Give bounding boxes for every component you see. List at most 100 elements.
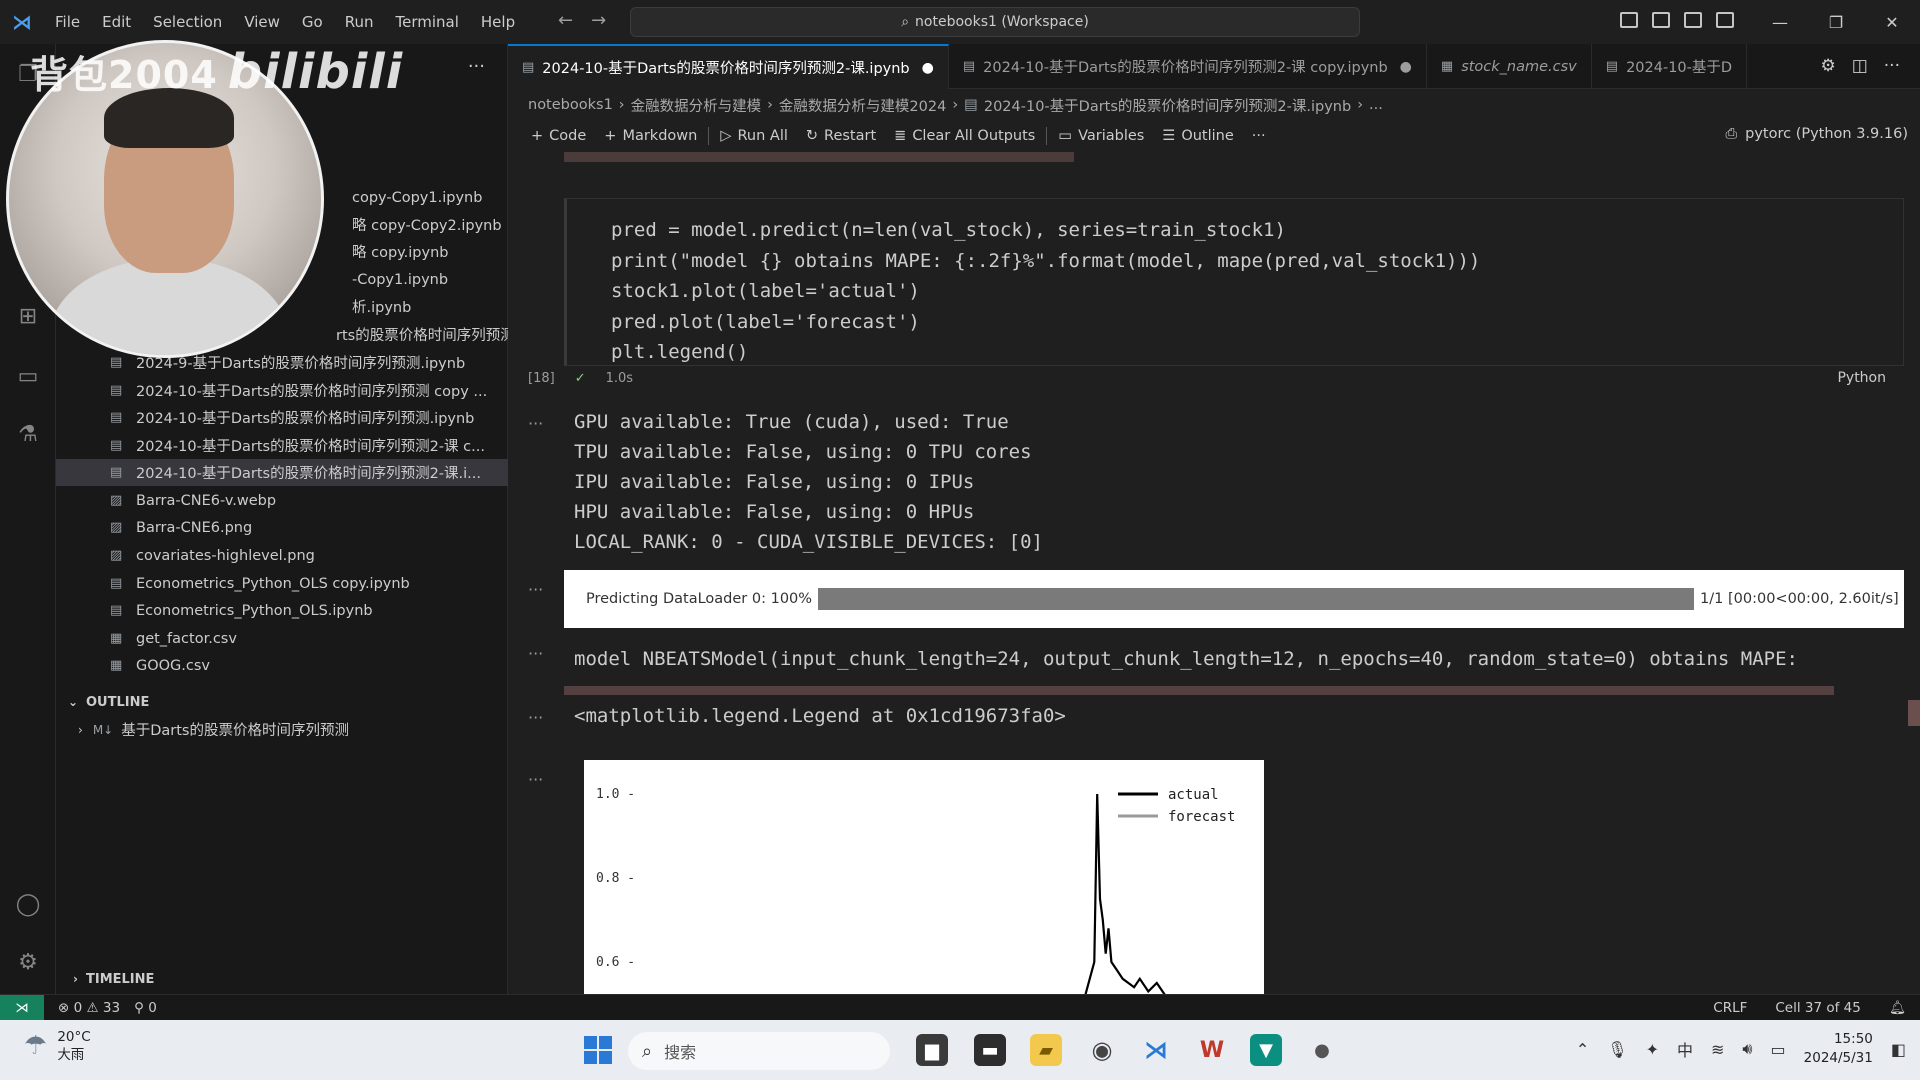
chevron-right-icon: › <box>618 97 625 113</box>
outline-button[interactable]: ☰ Outline <box>1153 128 1242 144</box>
restart-icon: ↻ <box>805 128 819 144</box>
ime-icon[interactable]: 中 <box>1677 1037 1693 1061</box>
browser-app-icon[interactable]: ◉ <box>1086 1034 1118 1066</box>
chevron-up-icon[interactable]: ⌃ <box>1576 1040 1589 1059</box>
tray-app-icon[interactable]: ✦ <box>1646 1040 1659 1059</box>
file-item[interactable]: ▤ 2024-10-基于Darts的股票价格时间序列预测 copy ... <box>56 377 508 404</box>
output-actions-icon[interactable]: ··· <box>528 414 543 433</box>
customize-layout-icon[interactable] <box>1716 12 1734 28</box>
folder-app-icon[interactable]: ▰ <box>1030 1034 1062 1066</box>
toggle-primary-sidebar-icon[interactable] <box>1620 12 1638 28</box>
nav-arrows: ← → <box>558 10 606 31</box>
unsaved-dot-icon[interactable]: ● <box>922 60 934 76</box>
unsaved-dot-icon[interactable]: ● <box>1400 59 1412 75</box>
menu-file[interactable]: File <box>44 13 91 31</box>
menu-go[interactable]: Go <box>291 13 334 31</box>
file-item[interactable]: ▤ Econometrics_Python_OLS copy.ipynb <box>56 570 508 597</box>
run-all-button[interactable]: ▷ Run All <box>711 128 797 144</box>
output-actions-icon[interactable]: ··· <box>528 644 543 663</box>
file-item[interactable]: ▤ 2024-10-基于Darts的股票价格时间序列预测.ipynb <box>56 404 508 431</box>
toggle-secondary-sidebar-icon[interactable] <box>1684 12 1702 28</box>
restart-button[interactable]: ↻ Restart <box>797 128 885 144</box>
back-arrow-icon[interactable]: ← <box>558 10 573 31</box>
remote-explorer-icon[interactable]: ▭ <box>14 362 42 390</box>
terminal-app-icon[interactable]: ▬ <box>974 1034 1006 1066</box>
file-item-selected[interactable]: ▤ 2024-10-基于Darts的股票价格时间序列预测2-课.i... <box>56 459 508 486</box>
ports-indicator[interactable]: ⚲ 0 <box>134 1000 157 1016</box>
settings-gear-icon[interactable]: ⚙ <box>14 948 42 976</box>
problems-indicator[interactable]: ⊗ 0 ⚠ 33 <box>58 1000 120 1016</box>
cell-position[interactable]: Cell 37 of 45 <box>1775 1000 1860 1016</box>
tab-stock-name-csv[interactable]: ▦ stock_name.csv <box>1427 44 1592 89</box>
menu-edit[interactable]: Edit <box>91 13 142 31</box>
notifications-bell-icon[interactable]: 🔔︎ <box>1889 1000 1906 1016</box>
close-icon[interactable]: ✕ <box>1864 0 1920 44</box>
remote-indicator-icon[interactable]: ⋊ <box>0 994 44 1021</box>
split-editor-icon[interactable]: ◫ <box>1852 56 1868 76</box>
output-actions-icon[interactable]: ··· <box>528 770 543 789</box>
microphone-icon[interactable]: 🎙︎ <box>1607 1040 1627 1059</box>
tab-active-notebook[interactable]: ▤ 2024-10-基于Darts的股票价格时间序列预测2-课.ipynb ● <box>508 44 949 89</box>
file-item[interactable]: ▨ Barra-CNE6.png <box>56 514 508 541</box>
extensions-icon[interactable]: ⊞ <box>14 302 42 330</box>
volume-icon[interactable]: 🔊︎ <box>1742 1039 1752 1059</box>
taskbar-search[interactable]: ⌕ 搜索 <box>628 1032 890 1070</box>
minimize-icon[interactable]: — <box>1752 0 1808 44</box>
testing-icon[interactable]: ⚗ <box>14 420 42 448</box>
more-actions-icon[interactable]: ··· <box>1884 56 1900 76</box>
menu-view[interactable]: View <box>233 13 291 31</box>
breadcrumb-item[interactable]: notebooks1 <box>528 97 613 113</box>
eol-indicator[interactable]: CRLF <box>1713 1000 1747 1016</box>
file-explorer-dark-icon[interactable]: ▆ <box>916 1034 948 1066</box>
notebook-settings-gear-icon[interactable]: ⚙ <box>1820 56 1835 76</box>
kernel-picker[interactable]: ⎙ pytorc (Python 3.9.16) <box>1726 126 1908 142</box>
progress-label: Predicting DataLoader 0: 100% <box>586 591 813 607</box>
wps-app-icon[interactable]: W <box>1196 1034 1228 1066</box>
maximize-icon[interactable]: ❐ <box>1808 0 1864 44</box>
file-item[interactable]: ▤ Econometrics_Python_OLS.ipynb <box>56 597 508 624</box>
outline-section-header[interactable]: ⌄ OUTLINE <box>56 689 508 715</box>
add-markdown-cell-button[interactable]: + Markdown <box>595 128 706 144</box>
cell-language[interactable]: Python <box>1837 370 1886 386</box>
timeline-section-header[interactable]: › TIMELINE <box>56 966 508 992</box>
menu-run[interactable]: Run <box>334 13 385 31</box>
add-code-cell-button[interactable]: + Code <box>522 128 595 144</box>
breadcrumb-item[interactable]: 金融数据分析与建模 <box>631 95 762 116</box>
file-item[interactable]: ▨ covariates-highlevel.png <box>56 542 508 569</box>
vscode-app-icon[interactable]: ⋊ <box>1140 1034 1172 1066</box>
app-icon[interactable]: ▼ <box>1250 1034 1282 1066</box>
file-item[interactable]: ▦ GOOG.csv <box>56 652 508 679</box>
toolbar-more-button[interactable]: ··· <box>1243 128 1275 144</box>
toggle-panel-icon[interactable] <box>1652 12 1670 28</box>
outline-item[interactable]: › M↓ 基于Darts的股票价格时间序列预测 <box>56 716 508 743</box>
output-scrollbar[interactable] <box>564 686 1834 695</box>
clock[interactable]: 15:50 2024/5/31 <box>1804 1030 1873 1068</box>
file-item[interactable]: ▨ Barra-CNE6-v.webp <box>56 487 508 514</box>
battery-icon[interactable]: ▭ <box>1771 1040 1786 1059</box>
recorder-app-icon[interactable]: ● <box>1306 1034 1338 1066</box>
file-item[interactable]: ▦ get_factor.csv <box>56 625 508 652</box>
start-button[interactable] <box>584 1036 612 1064</box>
breadcrumb-item[interactable]: 2024-10-基于Darts的股票价格时间序列预测2-课.ipynb <box>984 95 1351 116</box>
code-editor[interactable]: pred = model.predict(n=len(val_stock), s… <box>611 215 1480 368</box>
accounts-icon[interactable]: ◯ <box>14 890 42 918</box>
command-center[interactable]: ⌕ notebooks1 (Workspace) <box>630 7 1360 37</box>
forward-arrow-icon[interactable]: → <box>591 10 606 31</box>
menu-terminal[interactable]: Terminal <box>385 13 470 31</box>
breadcrumb-item[interactable]: ... <box>1369 97 1383 113</box>
tab-notebook-copy[interactable]: ▤ 2024-10-基于Darts的股票价格时间序列预测2-课 copy.ipy… <box>949 44 1427 89</box>
variables-button[interactable]: ▭ Variables <box>1049 128 1153 144</box>
menu-help[interactable]: Help <box>470 13 526 31</box>
weather-widget[interactable]: ☂ 20°C 大雨 <box>24 1028 91 1064</box>
code-cell[interactable]: pred = model.predict(n=len(val_stock), s… <box>564 198 1904 366</box>
file-item[interactable]: ▤ 2024-10-基于Darts的股票价格时间序列预测2-课 c... <box>56 432 508 459</box>
tab-notebook-other[interactable]: ▤ 2024-10-基于D <box>1592 44 1748 89</box>
menu-selection[interactable]: Selection <box>142 13 233 31</box>
breadcrumb-item[interactable]: 金融数据分析与建模2024 <box>779 95 946 116</box>
notification-icon[interactable]: ◧ <box>1891 1040 1906 1059</box>
clear-outputs-button[interactable]: ≣ Clear All Outputs <box>885 128 1044 144</box>
more-actions-icon[interactable]: ··· <box>468 56 485 77</box>
output-actions-icon[interactable]: ··· <box>528 580 543 599</box>
output-actions-icon[interactable]: ··· <box>528 708 543 727</box>
wifi-icon[interactable]: ≋ <box>1711 1040 1724 1059</box>
